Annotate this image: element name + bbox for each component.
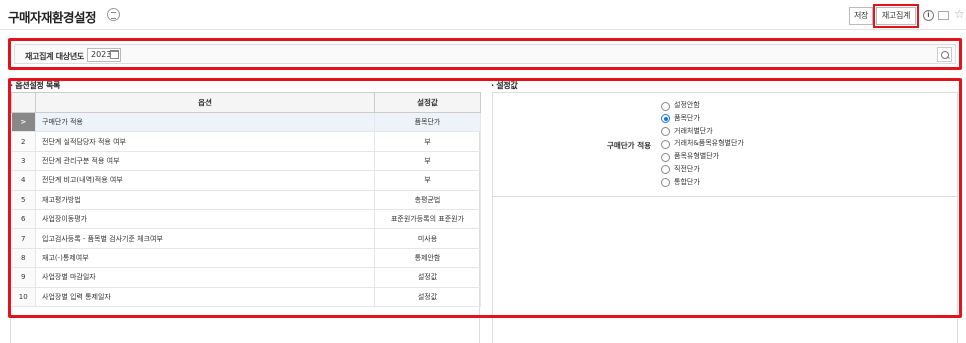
row-number: 4 [11,170,36,191]
radio-option[interactable]: 거래처&품목유형별단가 [661,137,744,150]
option-name: 구매단가 적용 [35,112,375,133]
star-icon[interactable]: ☆ [954,7,966,21]
option-name: 사업장이동평가 [35,209,375,230]
option-value: 부 [374,151,481,172]
option-value: 총평균법 [374,190,481,210]
settings-panel: 구매단가 적용 설정안함 품목단가 거래처별단가 거래처&품목유형별단가 품목유형별단가… [492,92,958,343]
option-value: 미사용 [374,228,481,249]
mail-icon[interactable] [938,11,949,20]
radio-option[interactable]: 품목단가 [661,112,744,125]
table-row[interactable]: 8 재고(-)통제여부 통제안함 [11,248,481,269]
row-number: 7 [11,228,36,249]
setting-label: 구매단가 적용 [606,140,651,150]
option-name: 사업장별 입력 통제일자 [35,287,375,307]
options-grid-panel: 옵션 설정값 > 구매단가 적용 품목단가 2 전단계 실적담당자 적용 여부 부 3 전단계… [10,92,481,343]
row-number: 9 [11,267,36,288]
radio-group: 설정안함 품목단가 거래처별단가 거래처&품목유형별단가 품목유형별단가 직전단가 통합단가 [661,99,744,189]
title-bar: 구매자재환경설정 저장 재고집계 i ☆ [0,0,966,30]
search-bar: 재고집계 대상년도 2023 [8,38,962,70]
option-value: 설정값 [374,287,481,307]
option-name: 전단계 비고(내역)적용 여부 [35,170,375,191]
table-row[interactable]: 3 전단계 관리구분 적용 여부 부 [11,151,481,172]
option-name: 전단계 관리구분 적용 여부 [35,151,375,172]
radio-option[interactable]: 거래처별단가 [661,125,744,138]
row-number: 6 [11,209,36,230]
header-value: 설정값 [374,92,481,113]
option-name: 전단계 실적담당자 적용 여부 [35,131,375,152]
save-button[interactable]: 저장 [849,7,873,25]
table-row[interactable]: 6 사업장이동평가 표준원가등록의 표준원가 [11,209,481,230]
option-value: 설정값 [374,267,481,288]
list-icon[interactable] [107,8,120,21]
header-option: 옵션 [35,92,375,113]
table-row[interactable]: 4 전단계 비고(내역)적용 여부 부 [11,170,481,191]
search-button[interactable] [937,47,952,62]
option-value: 부 [374,131,481,152]
radio-option[interactable]: 설정안함 [661,99,744,112]
table-row[interactable]: 2 전단계 실적담당자 적용 여부 부 [11,131,481,152]
search-area: 재고집계 대상년도 2023 [14,44,956,64]
radio-option[interactable]: 직전단가 [661,163,744,176]
header-num [11,92,36,113]
options-table: 옵션 설정값 > 구매단가 적용 품목단가 2 전단계 실적담당자 적용 여부 부 3 전단계… [11,92,481,307]
option-name: 사업장별 마감일자 [35,267,375,288]
year-value: 2023 [91,50,112,59]
row-number: 2 [11,131,36,152]
row-number: 3 [11,151,36,172]
option-name: 재고평가방법 [35,190,375,210]
option-value: 품목단가 [374,112,481,133]
option-name: 재고(-)통제여부 [35,248,375,269]
radio-option[interactable]: 품목유형별단가 [661,150,744,163]
table-row[interactable]: 10 사업장별 입력 통제일자 설정값 [11,287,481,307]
row-number: 8 [11,248,36,269]
year-label: 재고집계 대상년도 [25,52,84,61]
stock-calc-button[interactable]: 재고집계 [873,4,919,28]
radio-option[interactable]: 통합단가 [661,176,744,189]
row-number: 5 [11,190,36,210]
info-icon[interactable]: i [923,10,934,21]
option-value: 표준원가등록의 표준원가 [374,209,481,230]
table-row[interactable]: 5 재고평가방법 총평균법 [11,190,481,210]
option-name: 입고검사등록 - 품목별 검사기준 체크여부 [35,228,375,249]
row-number: 10 [11,287,36,307]
calendar-icon[interactable] [110,50,119,59]
option-value: 통제안함 [374,248,481,269]
table-row[interactable]: 9 사업장별 마감일자 설정값 [11,267,481,288]
row-number: > [11,112,36,133]
setting-row: 구매단가 적용 설정안함 품목단가 거래처별단가 거래처&품목유형별단가 품목유형별단가… [493,93,957,197]
page-title: 구매자재환경설정 [8,10,97,25]
table-row[interactable]: > 구매단가 적용 품목단가 [11,112,481,133]
option-value: 부 [374,170,481,191]
table-row[interactable]: 7 입고검사등록 - 품목별 검사기준 체크여부 미사용 [11,228,481,249]
settings-title: · 설정값 [491,81,518,90]
options-list-title: · 옵션설정 목록 [10,81,61,90]
